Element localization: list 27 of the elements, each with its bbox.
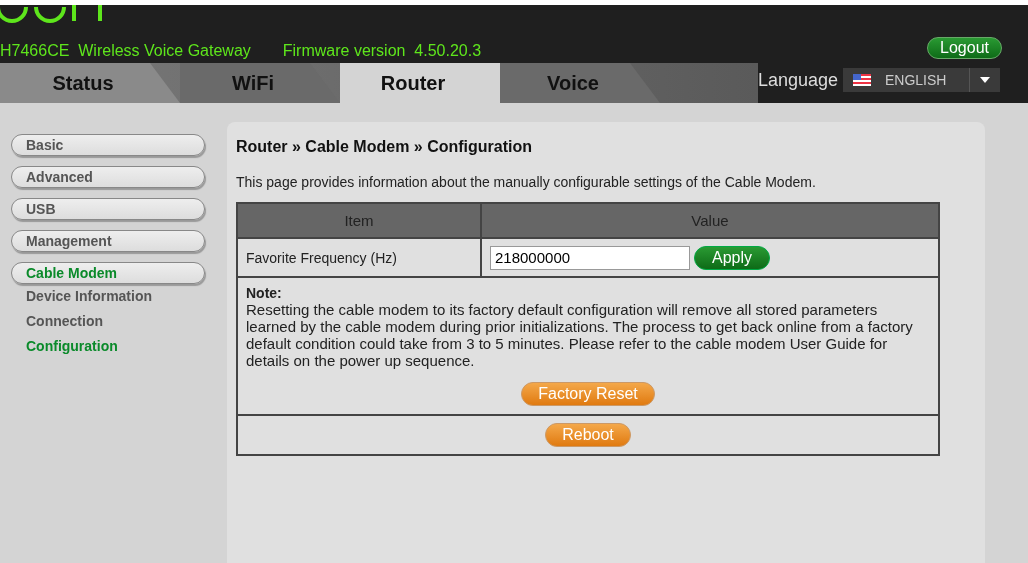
frequency-field[interactable]: 218000000 [490,245,690,270]
sidebar-item[interactable]: Basic [11,134,205,156]
nav-tab[interactable]: Voice [500,63,660,103]
flag-icon [853,74,871,86]
sidebar-item[interactable]: Advanced [11,166,205,188]
note-text: Resetting the cable modem to its factory default configuration will remove all stored parameters learned by the cable modem during prior initializations. The process to get back online from a factory default condition could take from 3 to 5 minutes. Please refer to the cable modem User Guide for details on the power up sequence. [246,301,914,369]
sidebar-subitem[interactable]: Connection [11,309,217,334]
column-header: Value [481,203,939,238]
sidebar-subitem[interactable]: Configuration [11,334,217,359]
caret-icon [980,77,990,83]
sidebar-subitem[interactable]: Device Information [11,284,217,309]
firmware-version: Firmware version 4.50.20.3 [282,41,482,60]
sidebar-item[interactable]: Management [11,230,205,252]
table-cell: Favorite Frequency (Hz) [237,238,481,277]
note-title: Note: [246,285,283,301]
nav-tab[interactable]: Status [0,63,180,103]
page-description: This page provides information about the manually configurable settings of the Cable Modem. [236,174,817,190]
sidebar-item[interactable]: Cable Modem [11,262,205,284]
language-dropdown[interactable]: ENGLISH [843,68,1000,92]
column-header: Item [237,203,481,238]
nav-tab[interactable]: Router [340,63,500,103]
model-name: H7466CE Wireless Voice Gateway [0,41,251,60]
language-label: Language [757,69,838,91]
breadcrumb: Router » Cable Modem » Configuration [236,138,533,156]
apply-button[interactable]: Apply [694,245,770,270]
sidebar-item[interactable]: USB [11,198,205,220]
logout-button[interactable]: Logout [927,37,1002,59]
